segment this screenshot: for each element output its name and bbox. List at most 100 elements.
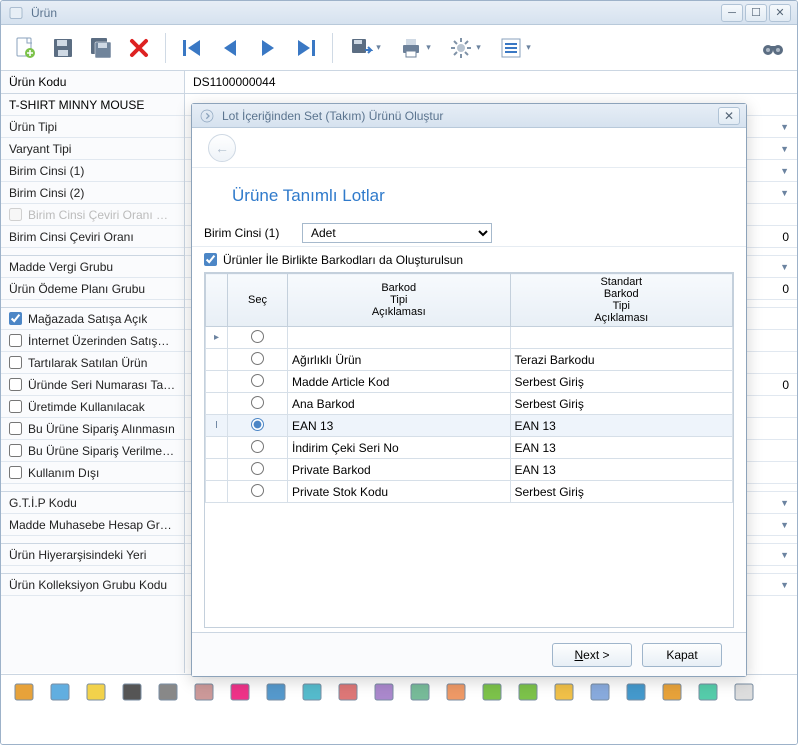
field-4[interactable]: Birim Cinsi Çeviri Oranı Değişk (1, 204, 184, 226)
grid-row-2[interactable]: Madde Article KodSerbest Giriş (206, 371, 733, 393)
card-icon[interactable] (551, 679, 577, 705)
checkbox-4[interactable] (9, 208, 22, 221)
row-radio-3[interactable] (251, 396, 264, 409)
checkbox-10[interactable] (9, 312, 22, 325)
row-radio-5[interactable] (251, 440, 264, 453)
checkbox-16[interactable] (9, 444, 22, 457)
field-2: Birim Cinsi (1) (1, 160, 184, 182)
stamp-icon[interactable] (371, 679, 397, 705)
clipboard-icon[interactable] (407, 679, 433, 705)
new-button[interactable] (9, 32, 41, 64)
nav-first-button[interactable] (176, 32, 208, 64)
view-button[interactable] (493, 32, 537, 64)
row-radio-2[interactable] (251, 374, 264, 387)
field-label-5: Birim Cinsi Çeviri Oranı (9, 230, 134, 244)
field-14[interactable]: Üretimde Kullanılacak (1, 396, 184, 418)
checkbox-13[interactable] (9, 378, 22, 391)
product-name[interactable]: T-SHIRT MINNY MOUSE (1, 94, 184, 116)
field-13[interactable]: Üründe Seri Numarası Takibi Y (1, 374, 184, 396)
grid2-icon[interactable] (299, 679, 325, 705)
grid-row-0[interactable]: ▸ (206, 327, 733, 349)
field-label-17: Kullanım Dışı (28, 466, 99, 480)
row-radio-1[interactable] (251, 352, 264, 365)
chat2-icon[interactable] (515, 679, 541, 705)
checkbox-11[interactable] (9, 334, 22, 347)
nav-prev-button[interactable] (214, 32, 246, 64)
gear-icon[interactable] (155, 679, 181, 705)
row-c2-1: Terazi Barkodu (510, 349, 733, 371)
bottom-strip (1, 674, 797, 744)
minimize-button[interactable]: ─ (721, 4, 743, 22)
sheet-icon[interactable] (731, 679, 757, 705)
product-code-value[interactable]: DS1100000044 (185, 71, 797, 93)
create-barcodes-check[interactable]: Ürünler İle Birlikte Barkodları da Oluşt… (192, 246, 746, 272)
row-radio-0[interactable] (251, 330, 264, 343)
refresh-icon[interactable] (623, 679, 649, 705)
column-barkod[interactable]: Barkod Tipi Açıklaması (288, 274, 511, 327)
search-button[interactable] (757, 32, 789, 64)
nav-next-button[interactable] (252, 32, 284, 64)
field-label-12: Tartılarak Satılan Ürün (28, 356, 147, 370)
row-c2-4: EAN 13 (510, 415, 733, 437)
grid-row-5[interactable]: İndirim Çeki Seri NoEAN 13 (206, 437, 733, 459)
product-code-label: Ürün Kodu (1, 71, 185, 93)
row-radio-6[interactable] (251, 462, 264, 475)
grid-row-6[interactable]: Private BarkodEAN 13 (206, 459, 733, 481)
mark-icon[interactable] (443, 679, 469, 705)
field-10[interactable]: Mağazada Satışa Açık (1, 308, 184, 330)
dialog-title: Lot İçeriğinden Set (Takım) Ürünü Oluştu… (222, 109, 718, 123)
tag-star-icon[interactable] (11, 679, 37, 705)
grid-row-1[interactable]: Ağırlıklı ÜrünTerazi Barkodu (206, 349, 733, 371)
row-radio-4[interactable] (251, 418, 264, 431)
checkbox-15[interactable] (9, 422, 22, 435)
row-radio-7[interactable] (251, 484, 264, 497)
app-icon (7, 4, 25, 22)
checkbox-17[interactable] (9, 466, 22, 479)
dialog-close-button[interactable]: ✕ (718, 107, 740, 125)
barcode-icon[interactable] (119, 679, 145, 705)
lock-icon[interactable] (191, 679, 217, 705)
window-title: Ürün (31, 6, 719, 20)
field-17[interactable]: Kullanım Dışı (1, 462, 184, 484)
note-icon[interactable] (83, 679, 109, 705)
next-button[interactable]: Next > (552, 643, 632, 667)
column-std[interactable]: Standart Barkod Tipi Açıklaması (510, 274, 733, 327)
lots-grid[interactable]: Seç Barkod Tipi Açıklaması Standart Bark… (204, 272, 734, 628)
grid-icon[interactable] (263, 679, 289, 705)
create-barcodes-checkbox[interactable] (204, 253, 217, 266)
field-12[interactable]: Tartılarak Satılan Ürün (1, 352, 184, 374)
column-sec[interactable]: Seç (228, 274, 288, 327)
maximize-button[interactable]: ☐ (745, 4, 767, 22)
delete-button[interactable] (123, 32, 155, 64)
folder-icon[interactable] (11, 709, 311, 745)
close-button[interactable]: ✕ (769, 4, 791, 22)
grid-row-4[interactable]: IEAN 13EAN 13 (206, 415, 733, 437)
outbox-icon[interactable] (659, 679, 685, 705)
exchange-icon[interactable] (335, 679, 361, 705)
birim-select[interactable]: Adet (302, 223, 492, 243)
chat-icon[interactable] (479, 679, 505, 705)
export-button[interactable] (343, 32, 387, 64)
field-11[interactable]: İnternet Üzerinden Satışa Açık (1, 330, 184, 352)
back-button[interactable]: ← (208, 134, 236, 162)
settings-button[interactable] (443, 32, 487, 64)
checkbox-14[interactable] (9, 400, 22, 413)
grid-row-7[interactable]: Private Stok KoduSerbest Giriş (206, 481, 733, 503)
folder-icon[interactable] (47, 679, 73, 705)
calendar-icon[interactable] (227, 679, 253, 705)
checkbox-12[interactable] (9, 356, 22, 369)
save-as-button[interactable] (85, 32, 117, 64)
close-dialog-button[interactable]: Kapat (642, 643, 722, 667)
print-button[interactable] (393, 32, 437, 64)
clock-icon[interactable] (695, 679, 721, 705)
save-button[interactable] (47, 32, 79, 64)
row-c2-3: Serbest Giriş (510, 393, 733, 415)
grid-row-3[interactable]: Ana BarkodSerbest Giriş (206, 393, 733, 415)
field-15[interactable]: Bu Ürüne Sipariş Alınmasın (1, 418, 184, 440)
field-16[interactable]: Bu Ürüne Sipariş Verilmesin (1, 440, 184, 462)
field-label-2: Birim Cinsi (1) (9, 164, 84, 178)
birim-field: Birim Cinsi (1) Adet (192, 220, 746, 246)
field-label-11: İnternet Üzerinden Satışa Açık (28, 334, 176, 348)
nav-last-button[interactable] (290, 32, 322, 64)
card2-icon[interactable] (587, 679, 613, 705)
